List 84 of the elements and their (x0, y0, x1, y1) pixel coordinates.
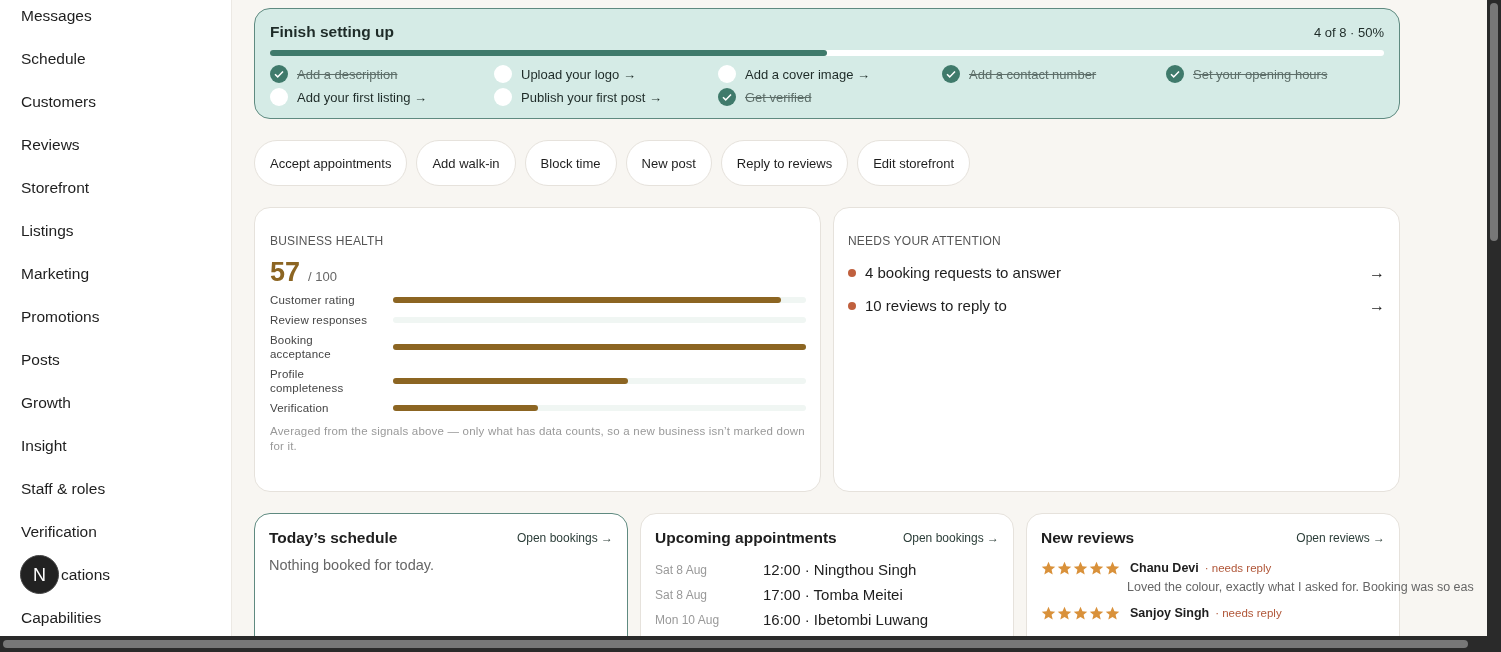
review-text: Loved the colour, exactly what I asked for. Booking was so eas (1127, 579, 1474, 595)
star-icon (1105, 605, 1120, 621)
unchecked-circle[interactable] (270, 88, 288, 106)
task-link[interactable]: Get verified (745, 89, 812, 105)
nav-item[interactable]: Customers (21, 92, 96, 112)
appointment-date: Sat 8 Aug (655, 587, 709, 602)
arrow-link[interactable]: → (1369, 263, 1385, 282)
signal-label: Customer rating (270, 293, 356, 307)
nav-item[interactable]: cations (61, 565, 111, 585)
unchecked-circle[interactable] (494, 88, 512, 106)
star-icon (1057, 605, 1072, 621)
empty-message: Nothing booked for today. (269, 557, 435, 573)
nav-item[interactable]: Listings (21, 221, 74, 241)
review-status: · needs reply (1204, 562, 1272, 574)
nav-item[interactable]: Posts (21, 350, 60, 370)
nav-item[interactable]: Growth (21, 393, 71, 413)
card-link[interactable]: Open bookings → (902, 531, 999, 545)
star-icon (1041, 605, 1056, 621)
action-button[interactable]: Block time (524, 140, 617, 186)
signal-label: Booking acceptance (270, 333, 332, 361)
task-link[interactable]: Upload your logo → (521, 66, 636, 82)
reviewer-name: Sanjoy Singh (1130, 606, 1210, 620)
checked-icon[interactable] (718, 88, 736, 106)
card-title: Today’s schedule (269, 529, 398, 547)
nav-item[interactable]: Messages (21, 6, 92, 26)
task-link[interactable]: Set your opening hours (1193, 66, 1328, 82)
arrow-link[interactable]: → (1369, 296, 1385, 315)
card-title: Upcoming appointments (655, 529, 837, 547)
attention-link[interactable]: 4 booking requests to answer (865, 264, 1369, 281)
star-icon (1041, 560, 1056, 576)
nav-item[interactable]: Schedule (21, 49, 86, 69)
star-icon (1057, 560, 1072, 576)
nav-item[interactable]: Storefront (21, 178, 90, 198)
score-value: 57 (270, 257, 301, 288)
signal-label: Review responses (270, 313, 369, 327)
card-link[interactable]: Open bookings → (516, 531, 613, 545)
action-button[interactable]: Add walk-in (416, 140, 516, 186)
horizontal-scrollbar[interactable] (0, 636, 1501, 652)
action-button[interactable]: Reply to reviews (720, 140, 849, 186)
star-icon (1073, 560, 1088, 576)
star-icon (1105, 560, 1120, 576)
appointment-date: Sat 8 Aug (655, 562, 709, 577)
task-link[interactable]: Add a description (297, 66, 398, 82)
task-link[interactable]: Add a contact number (969, 66, 1097, 82)
checked-icon[interactable] (270, 65, 288, 83)
progress-text: 4 of 8 · 50% (1313, 24, 1384, 40)
unchecked-circle[interactable] (494, 65, 512, 83)
checked-icon[interactable] (942, 65, 960, 83)
nav-item[interactable]: Promotions (21, 307, 100, 327)
vertical-scrollbar[interactable] (1487, 0, 1501, 636)
task-link[interactable]: Add your first listing → (297, 89, 428, 105)
appointment-date: Mon 10 Aug (655, 612, 721, 627)
health-note: Averaged from the signals above — only what has data counts, so a new business isn’t marked down for it. (270, 424, 806, 454)
review-status: · needs reply (1215, 607, 1282, 619)
avatar-badge[interactable]: N (20, 555, 59, 594)
card-link[interactable]: Open reviews → (1296, 531, 1385, 545)
nav-item[interactable]: Verification (21, 522, 97, 542)
task-link[interactable]: Add a cover image → (745, 66, 870, 82)
signal-label: Profile completeness (270, 367, 345, 395)
card-title: New reviews (1041, 529, 1135, 547)
appointment-detail: 12:00 · Ningthou Singh (763, 561, 917, 578)
star-icon (1073, 605, 1088, 621)
star-icon (1089, 605, 1104, 621)
appointment-detail: 17:00 · Tomba Meitei (763, 586, 903, 603)
setup-title: Finish setting up (270, 23, 394, 41)
score-total: / 100 (308, 269, 337, 284)
nav-item[interactable]: Marketing (21, 264, 90, 284)
appointment-detail: 16:00 · Ibetombi Luwang (763, 611, 929, 628)
nav-item[interactable]: Insight (21, 436, 67, 456)
signal-label: Verification (270, 401, 330, 415)
action-button[interactable]: Edit storefront (857, 140, 971, 186)
nav-item[interactable]: Reviews (21, 135, 80, 155)
attention-link[interactable]: 10 reviews to reply to (865, 297, 1369, 314)
nav-item[interactable]: Staff & roles (21, 479, 106, 499)
unchecked-circle[interactable] (718, 65, 736, 83)
action-button[interactable]: Accept appointments (254, 140, 408, 186)
checked-icon[interactable] (1166, 65, 1184, 83)
star-icon (1089, 560, 1104, 576)
section-heading: NEEDS YOUR ATTENTION (848, 234, 1002, 248)
reviewer-name: Chanu Devi (1130, 561, 1199, 575)
task-link[interactable]: Publish your first post → (521, 89, 662, 105)
action-button[interactable]: New post (625, 140, 712, 186)
section-heading: BUSINESS HEALTH (270, 234, 385, 248)
nav-item[interactable]: Capabilities (21, 608, 102, 628)
